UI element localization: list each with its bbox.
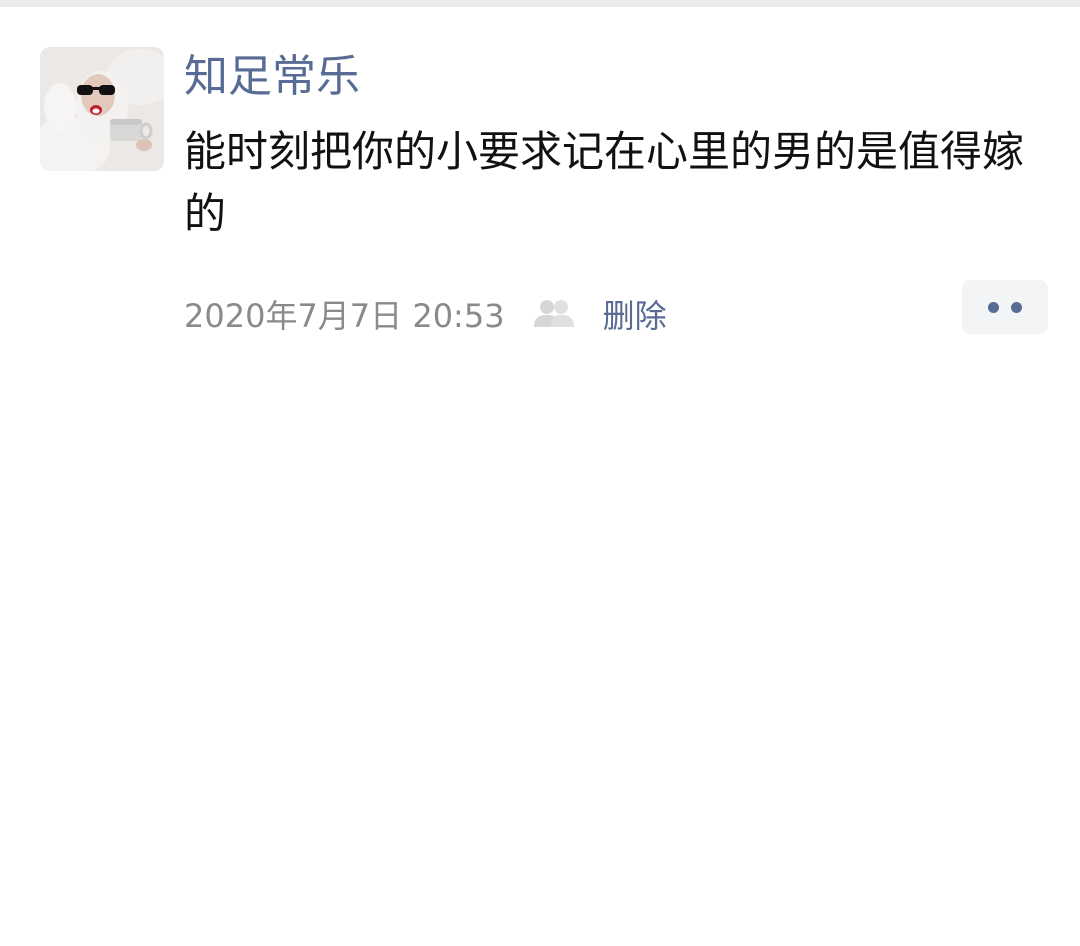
more-dots-icon [988, 301, 999, 313]
more-dots-icon [1011, 301, 1022, 313]
post-timestamp: 2020年7月7日 20:53 [184, 297, 505, 335]
avatar[interactable] [40, 47, 164, 171]
more-button[interactable] [962, 280, 1048, 334]
moment-post: 知足常乐 能时刻把你的小要求记在心里的男的是值得嫁的 2020年7月7日 20:… [0, 7, 1080, 946]
top-divider [0, 0, 1080, 7]
delete-link[interactable]: 删除 [603, 291, 667, 337]
avatar-photo [40, 47, 164, 171]
post-meta-row: 2020年7月7日 20:53 删除 [184, 291, 667, 337]
two-people-icon[interactable] [531, 297, 577, 331]
username[interactable]: 知足常乐 [184, 49, 360, 105]
post-content: 能时刻把你的小要求记在心里的男的是值得嫁的 [184, 127, 1025, 238]
